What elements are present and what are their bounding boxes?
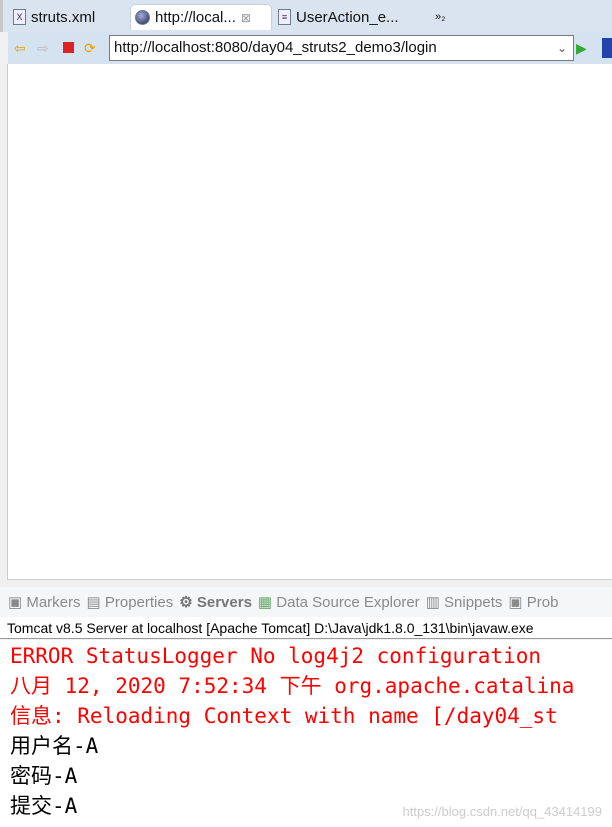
tab-label: struts.xml [31, 8, 96, 26]
tab-struts-xml[interactable]: Xstruts.xml [13, 4, 95, 30]
console-header: Tomcat v8.5 Server at localhost [Apache … [0, 617, 612, 639]
view-tab-data-source[interactable]: ▦ Data Source Explorer [258, 593, 420, 611]
browser-icon[interactable] [602, 38, 612, 58]
tab-label: http://local... [155, 9, 236, 26]
label: Markers [26, 594, 81, 611]
back-icon[interactable]: ⇦ [14, 40, 26, 57]
view-tab-markers[interactable]: ▣ Markers [8, 593, 81, 611]
view-tab-servers[interactable]: ⚙ Servers [179, 593, 252, 611]
view-tab-snippets[interactable]: ▥ Snippets [426, 593, 503, 611]
editor-tabs: Xstruts.xml http://local... ⊠ ≡ UserAction… [0, 0, 612, 32]
url-text: http://localhost:8080/day04_struts2_demo… [114, 39, 437, 56]
forward-icon[interactable]: ⇨ [37, 40, 49, 57]
xml-file-icon: X [13, 9, 26, 25]
close-icon[interactable]: ⊠ [241, 11, 251, 25]
watermark: https://blog.csdn.net/qq_43414199 [402, 804, 603, 819]
view-tabs: ▣ Markers ▤ Properties ⚙ Servers ▦ Data … [0, 587, 612, 617]
browser-toolbar: ⇦ ⇨ ⟳ http://localhost:8080/day04_struts… [8, 32, 612, 64]
label: Snippets [444, 594, 503, 611]
view-tab-problems[interactable]: ▣ Prob [508, 593, 558, 611]
console-line: 用户名-A [10, 734, 99, 758]
label: Data Source Explorer [276, 594, 420, 611]
browser-content [7, 64, 612, 580]
tab-useraction[interactable]: ≡ UserAction_e... [278, 4, 399, 30]
tabs-overflow[interactable]: »₂ [435, 4, 445, 30]
url-input[interactable]: http://localhost:8080/day04_struts2_demo… [109, 35, 574, 61]
label: Prob [526, 594, 559, 611]
label: Servers [196, 594, 252, 611]
refresh-icon[interactable]: ⟳ [84, 40, 96, 57]
console-line: 密码-A [10, 764, 78, 788]
console-line: ERROR StatusLogger No log4j2 configurati… [10, 644, 542, 668]
label: Properties [104, 594, 174, 611]
stop-icon[interactable] [63, 42, 74, 53]
text-file-icon: ≡ [278, 9, 291, 25]
console-line: 八月 12, 2020 7:52:34 下午 org.apache.catali… [10, 674, 575, 698]
view-tab-properties[interactable]: ▤ Properties [87, 593, 174, 611]
chevron-down-icon[interactable]: ⌄ [557, 36, 567, 60]
globe-icon [135, 10, 150, 25]
tab-browser[interactable]: http://local... ⊠ [130, 4, 272, 30]
tab-label: UserAction_e... [296, 8, 399, 26]
console-output: ERROR StatusLogger No log4j2 configurati… [0, 640, 612, 827]
console-line: 信息: Reloading Context with name [/day04_… [10, 704, 558, 728]
go-icon[interactable]: ▶ [576, 40, 587, 57]
